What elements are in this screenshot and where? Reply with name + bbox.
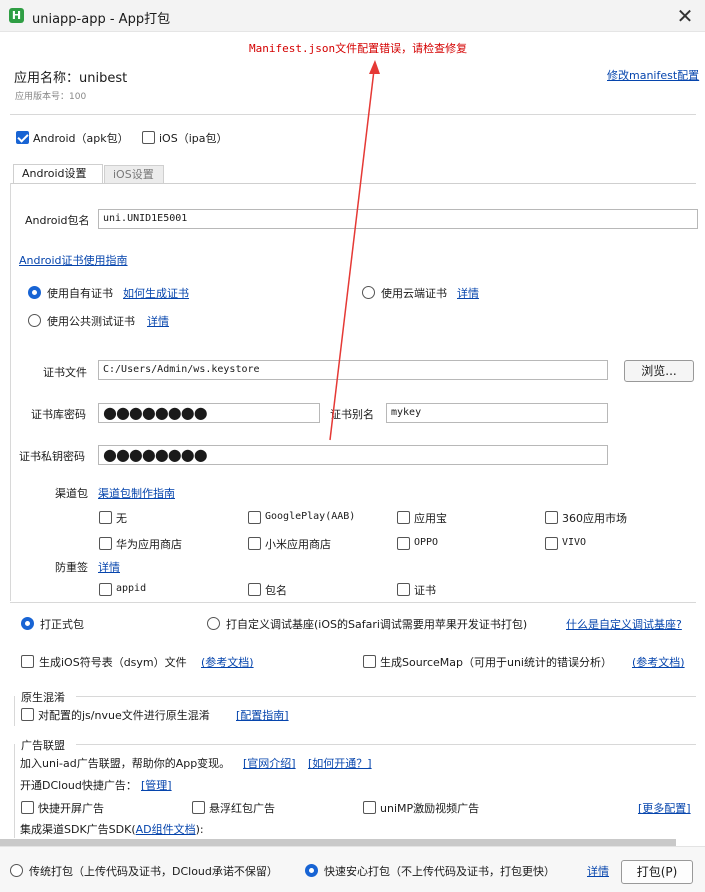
annotation-arrow-icon <box>329 60 380 441</box>
